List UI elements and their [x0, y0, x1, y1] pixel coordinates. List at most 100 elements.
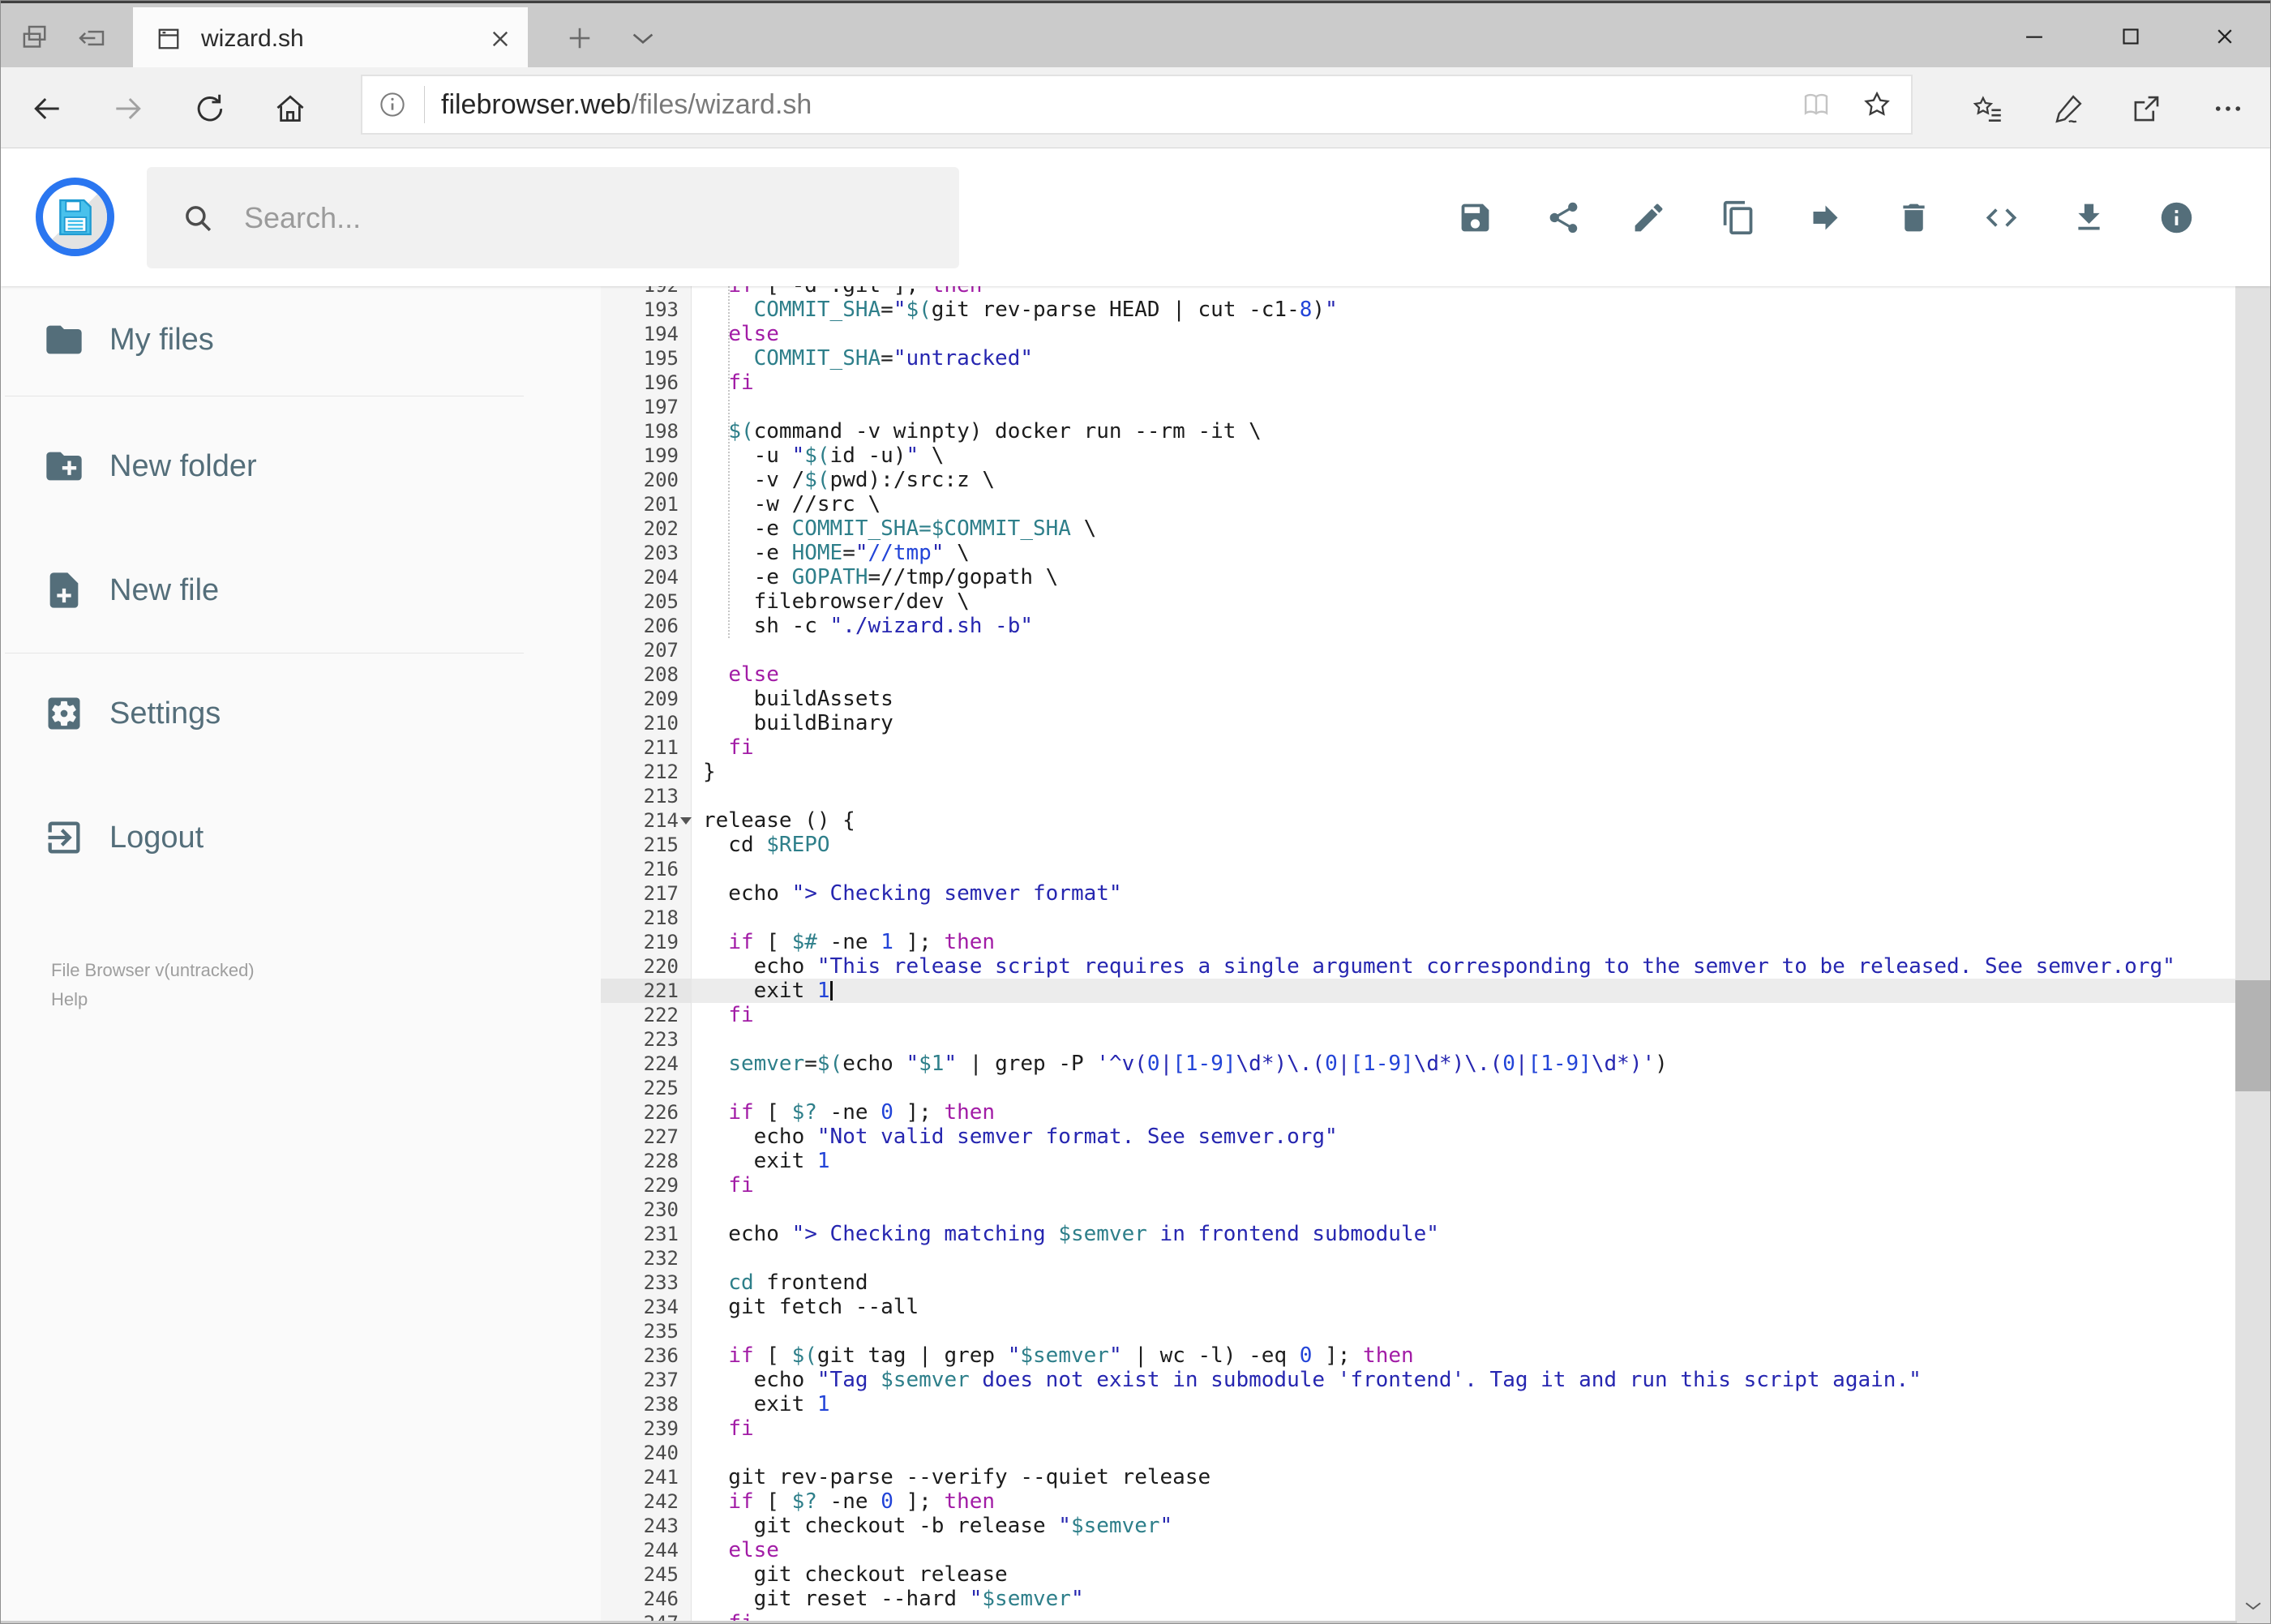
code-line[interactable]: 239 fi — [601, 1416, 2237, 1441]
code-line[interactable]: 216 — [601, 857, 2237, 881]
code-line[interactable]: 197 — [601, 395, 2237, 419]
filebrowser-logo[interactable] — [36, 178, 114, 256]
code-line[interactable]: 235 — [601, 1319, 2237, 1343]
copy-button[interactable] — [1712, 191, 1765, 244]
download-button[interactable] — [2062, 191, 2115, 244]
window-minimize-button[interactable] — [2010, 11, 2059, 62]
tab-close-icon[interactable] — [486, 24, 515, 54]
code-line[interactable]: 244 else — [601, 1538, 2237, 1562]
code-line[interactable]: 219 if [ $# -ne 1 ]; then — [601, 930, 2237, 954]
code-line[interactable]: 195 COMMIT_SHA="untracked" — [601, 346, 2237, 371]
code-line[interactable]: 227 echo "Not valid semver format. See s… — [601, 1125, 2237, 1149]
code-line[interactable]: 218 — [601, 906, 2237, 930]
code-line[interactable]: 211 fi — [601, 735, 2237, 760]
code-line[interactable]: 242 if [ $? -ne 0 ]; then — [601, 1489, 2237, 1514]
rename-button[interactable] — [1622, 191, 1675, 244]
code-line[interactable]: 200 -v /$(pwd):/src:z \ — [601, 468, 2237, 492]
code-line[interactable]: 223 — [601, 1027, 2237, 1052]
restore-tabs-icon[interactable] — [66, 15, 118, 62]
search-bar[interactable] — [147, 167, 959, 268]
url-text[interactable]: filebrowser.web/files/wizard.sh — [441, 89, 1799, 121]
code-line[interactable]: 205 filebrowser/dev \ — [601, 589, 2237, 614]
code-line[interactable]: 241 git rev-parse --verify --quiet relea… — [601, 1465, 2237, 1489]
code-line[interactable]: 209 buildAssets — [601, 687, 2237, 711]
sidebar-item-new-file[interactable]: New file — [1, 546, 601, 635]
code-line[interactable]: 224 semver=$(echo "$1" | grep -P '^v(0|[… — [601, 1052, 2237, 1076]
code-line[interactable]: 202 -e COMMIT_SHA=$COMMIT_SHA \ — [601, 516, 2237, 541]
scrollbar-thumb[interactable] — [2235, 980, 2270, 1091]
tab-dropdown-icon[interactable] — [617, 15, 669, 62]
code-line[interactable]: 240 — [601, 1441, 2237, 1465]
code-line[interactable]: 206 sh -c "./wizard.sh -b" — [601, 614, 2237, 638]
code-line[interactable]: 245 git checkout release — [601, 1562, 2237, 1587]
help-link[interactable]: Help — [51, 985, 255, 1014]
line-number: 224 — [643, 1052, 679, 1075]
delete-button[interactable] — [1887, 191, 1940, 244]
code-line[interactable]: 225 — [601, 1076, 2237, 1100]
site-info-icon[interactable] — [377, 89, 408, 120]
hub-favorites-button[interactable] — [1965, 85, 2012, 132]
info-button[interactable] — [2149, 191, 2203, 244]
code-line[interactable]: 238 exit 1 — [601, 1392, 2237, 1416]
back-button[interactable] — [25, 87, 69, 131]
window-maximize-button[interactable] — [2106, 11, 2155, 62]
code-line[interactable]: 229 fi — [601, 1173, 2237, 1198]
sidebar-item-logout[interactable]: Logout — [1, 793, 601, 882]
tabs-aside-icon[interactable] — [9, 15, 61, 62]
sidebar-item-my-files[interactable]: My files — [1, 295, 601, 384]
refresh-button[interactable] — [187, 87, 231, 131]
code-line[interactable]: 214 release () { — [601, 808, 2237, 833]
sidebar-item-settings[interactable]: Settings — [1, 669, 601, 758]
address-bar[interactable]: filebrowser.web/files/wizard.sh — [361, 75, 1913, 135]
code-line[interactable]: 212} — [601, 760, 2237, 784]
code-line[interactable]: 232 — [601, 1246, 2237, 1270]
code-editor[interactable]: 192 if [ -d .git ]; then193 COMMIT_SHA="… — [601, 286, 2237, 1623]
code-line[interactable]: 220 echo "This release script requires a… — [601, 954, 2237, 979]
code-line[interactable]: 230 — [601, 1198, 2237, 1222]
code-line[interactable]: 215 cd $REPO — [601, 833, 2237, 857]
code-line[interactable]: 194 else — [601, 322, 2237, 346]
code-line[interactable]: 207 — [601, 638, 2237, 662]
save-button[interactable] — [1448, 191, 1502, 244]
raw-code-button[interactable] — [1974, 191, 2028, 244]
code-line[interactable]: 203 -e HOME="//tmp" \ — [601, 541, 2237, 565]
code-line[interactable]: 217 echo "> Checking semver format" — [601, 881, 2237, 906]
code-line[interactable]: 201 -w //src \ — [601, 492, 2237, 516]
fold-arrow-icon[interactable] — [680, 817, 692, 825]
code-line[interactable]: 226 if [ $? -ne 0 ]; then — [601, 1100, 2237, 1125]
new-tab-button[interactable] — [554, 15, 606, 62]
code-line[interactable]: 198 $(command -v winpty) docker run --rm… — [601, 419, 2237, 443]
scroll-down-icon[interactable] — [2235, 1589, 2270, 1623]
code-line[interactable]: 243 git checkout -b release "$semver" — [601, 1514, 2237, 1538]
window-close-button[interactable] — [2200, 11, 2249, 62]
code-line[interactable]: 237 echo "Tag $semver does not exist in … — [601, 1368, 2237, 1392]
code-line[interactable]: 234 git fetch --all — [601, 1295, 2237, 1319]
code-line[interactable]: 204 -e GOPATH=//tmp/gopath \ — [601, 565, 2237, 589]
code-line[interactable]: 246 git reset --hard "$semver" — [601, 1587, 2237, 1611]
code-line[interactable]: 192 if [ -d .git ]; then — [601, 286, 2237, 298]
code-line[interactable]: 196 fi — [601, 371, 2237, 395]
move-button[interactable] — [1798, 191, 1852, 244]
share-button[interactable] — [1536, 191, 1590, 244]
code-line[interactable]: 222 fi — [601, 1003, 2237, 1027]
code-line[interactable]: 233 cd frontend — [601, 1270, 2237, 1295]
search-input[interactable] — [242, 199, 959, 236]
annotate-pen-button[interactable] — [2045, 85, 2092, 132]
favorite-star-icon[interactable] — [1861, 88, 1893, 121]
code-line[interactable]: 208 else — [601, 662, 2237, 687]
more-options-button[interactable] — [2205, 85, 2252, 132]
code-line[interactable]: 210 buildBinary — [601, 711, 2237, 735]
share-page-button[interactable] — [2123, 85, 2170, 132]
code-line[interactable]: 228 exit 1 — [601, 1149, 2237, 1173]
code-line[interactable]: 213 — [601, 784, 2237, 808]
code-line[interactable]: 231 echo "> Checking matching $semver in… — [601, 1222, 2237, 1246]
code-line[interactable]: 221 exit 1 — [601, 979, 2237, 1003]
vertical-scrollbar[interactable] — [2235, 148, 2270, 1623]
home-button[interactable] — [268, 87, 312, 131]
forward-button[interactable] — [106, 87, 150, 131]
code-line[interactable]: 193 COMMIT_SHA="$(git rev-parse HEAD | c… — [601, 298, 2237, 322]
code-line[interactable]: 236 if [ $(git tag | grep "$semver" | wc… — [601, 1343, 2237, 1368]
code-line[interactable]: 199 -u "$(id -u)" \ — [601, 443, 2237, 468]
tab-wizard-sh[interactable]: wizard.sh — [133, 7, 528, 70]
sidebar-item-new-folder[interactable]: New folder — [1, 422, 601, 511]
